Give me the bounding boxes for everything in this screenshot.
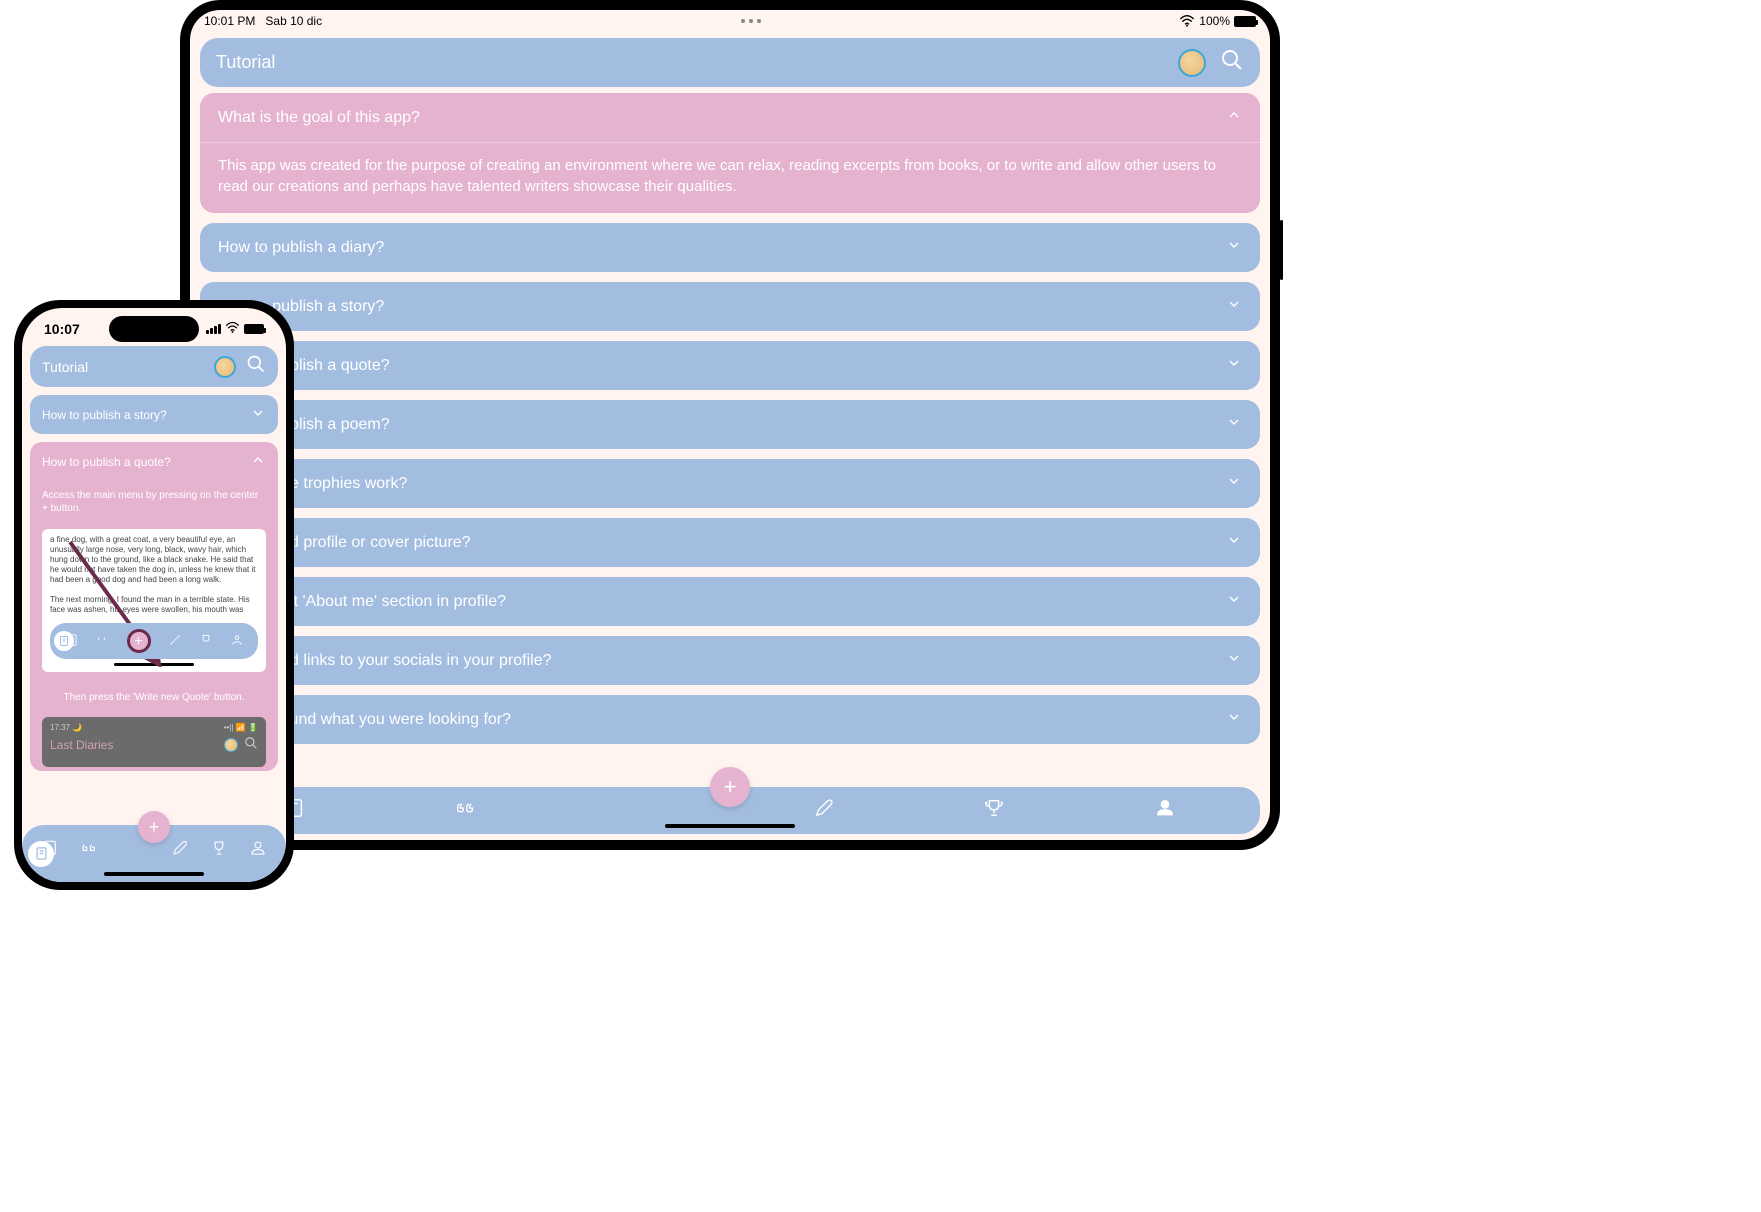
- faq-step-text: Then press the 'Write new Quote' button.: [30, 684, 278, 711]
- screenshot-time: 17:37: [50, 723, 70, 732]
- tab-trophies[interactable]: [210, 839, 228, 862]
- screenshot-section-title: Last Diaries: [50, 738, 113, 752]
- status-time: 10:01 PM: [204, 14, 255, 28]
- battery-percent: 100%: [1199, 14, 1230, 28]
- iphone-device-frame: 10:07 Tutorial How to publish a story?: [14, 300, 294, 890]
- ipad-screen: 10:01 PM Sab 10 dic 100% Tutorial What i…: [190, 10, 1270, 840]
- planet-icon: [224, 738, 238, 752]
- status-date: Sab 10 dic: [265, 14, 322, 28]
- faq-answer: This app was created for the purpose of …: [200, 142, 1260, 213]
- wifi-icon: [225, 320, 240, 338]
- chevron-down-icon: [1226, 591, 1242, 612]
- faq-item[interactable]: How to publish a story?: [30, 395, 278, 434]
- ipad-status-bar: 10:01 PM Sab 10 dic 100%: [190, 10, 1270, 32]
- faq-item[interactable]: How to add profile or cover picture?: [200, 518, 1260, 567]
- faq-question: What is the goal of this app?: [218, 109, 420, 127]
- status-time: 10:07: [44, 321, 80, 337]
- faq-item[interactable]: How to edit 'About me' section in profil…: [200, 577, 1260, 626]
- plus-icon: +: [134, 632, 142, 650]
- faq-item[interactable]: How to publish a quote?: [200, 341, 1260, 390]
- tab-write[interactable]: [813, 797, 835, 824]
- tab-write-icon: [168, 633, 182, 650]
- faq-step-text: Access the main menu by pressing on the …: [30, 481, 278, 523]
- page-title: Tutorial: [216, 52, 275, 73]
- tab-home-badge: [54, 631, 74, 651]
- faq-item-expanded[interactable]: What is the goal of this app?: [200, 93, 1260, 142]
- chevron-up-icon: [1226, 107, 1242, 128]
- add-button[interactable]: +: [138, 811, 170, 843]
- ipad-device-frame: 10:01 PM Sab 10 dic 100% Tutorial What i…: [180, 0, 1280, 850]
- faq-item-expanded[interactable]: How to publish a quote?: [30, 442, 278, 481]
- tab-profile[interactable]: [1154, 797, 1176, 824]
- tutorial-screenshot-1: a fine dog, with a great coat, a very be…: [42, 529, 266, 672]
- search-button[interactable]: [1220, 48, 1244, 77]
- chevron-down-icon: [1226, 296, 1242, 317]
- faq-item[interactable]: How to publish a story?: [200, 282, 1260, 331]
- dynamic-island: [109, 316, 199, 342]
- home-indicator[interactable]: [104, 872, 204, 876]
- chevron-down-icon: [1226, 709, 1242, 730]
- battery-icon: [1234, 16, 1256, 27]
- chevron-up-icon: [250, 452, 266, 471]
- chevron-down-icon: [1226, 355, 1242, 376]
- chevron-down-icon: [1226, 414, 1242, 435]
- faq-item[interactable]: Haven't found what you were looking for?: [200, 695, 1260, 744]
- page-title: Tutorial: [42, 359, 88, 375]
- faq-question: How to publish a diary?: [218, 239, 384, 257]
- plus-icon: +: [149, 817, 160, 838]
- signal-icon: [206, 324, 221, 334]
- search-button[interactable]: [246, 354, 266, 379]
- faq-list[interactable]: What is the goal of this app? This app w…: [190, 93, 1270, 787]
- screenshot-tab-bar: +: [50, 623, 258, 659]
- screenshot-body-text: a fine dog, with a great coat, a very be…: [50, 535, 258, 615]
- iphone-screen: 10:07 Tutorial How to publish a story?: [22, 308, 286, 882]
- home-indicator[interactable]: [665, 824, 795, 828]
- ipad-power-button: [1280, 220, 1283, 280]
- chevron-down-icon: [1226, 237, 1242, 258]
- tab-profile[interactable]: [249, 839, 267, 862]
- faq-item[interactable]: How do the trophies work?: [200, 459, 1260, 508]
- chevron-down-icon: [250, 405, 266, 424]
- faq-item[interactable]: How to publish a poem?: [200, 400, 1260, 449]
- tab-home-badge[interactable]: [28, 841, 54, 867]
- chevron-down-icon: [1226, 650, 1242, 671]
- chevron-down-icon: [1226, 532, 1242, 553]
- wifi-icon: [1179, 15, 1195, 27]
- tab-quotes[interactable]: [454, 797, 476, 824]
- battery-icon: [244, 324, 264, 334]
- screenshot-status-icons: ••|| 📶 🔋: [224, 723, 258, 732]
- faq-question: How to publish a story?: [42, 408, 167, 422]
- multitasking-dots-icon[interactable]: [741, 19, 761, 23]
- tab-trophies[interactable]: [983, 797, 1005, 824]
- tab-profile-icon: [230, 633, 244, 650]
- add-button[interactable]: +: [710, 767, 750, 807]
- planet-icon[interactable]: [214, 356, 236, 378]
- bottom-tab-bar: +: [200, 787, 1260, 834]
- chevron-down-icon: [1226, 473, 1242, 494]
- faq-item[interactable]: How to publish a diary?: [200, 223, 1260, 272]
- tab-write[interactable]: [171, 839, 189, 862]
- app-header: Tutorial: [30, 346, 278, 387]
- planet-icon[interactable]: [1178, 49, 1206, 77]
- app-header: Tutorial: [200, 38, 1260, 87]
- screenshot-home-indicator: [114, 663, 194, 666]
- screenshot-add-button: +: [127, 629, 151, 653]
- faq-item[interactable]: How to add links to your socials in your…: [200, 636, 1260, 685]
- faq-question: How to publish a quote?: [42, 455, 171, 469]
- faq-list[interactable]: How to publish a story? How to publish a…: [22, 395, 286, 825]
- tab-trophies-icon: [199, 633, 213, 650]
- tab-quotes[interactable]: [80, 839, 98, 862]
- tutorial-screenshot-2: 17:37 🌙 ••|| 📶 🔋 Last Diaries: [42, 717, 266, 767]
- search-icon: [244, 736, 258, 753]
- tab-quotes-icon: [96, 633, 110, 650]
- plus-icon: +: [724, 774, 737, 800]
